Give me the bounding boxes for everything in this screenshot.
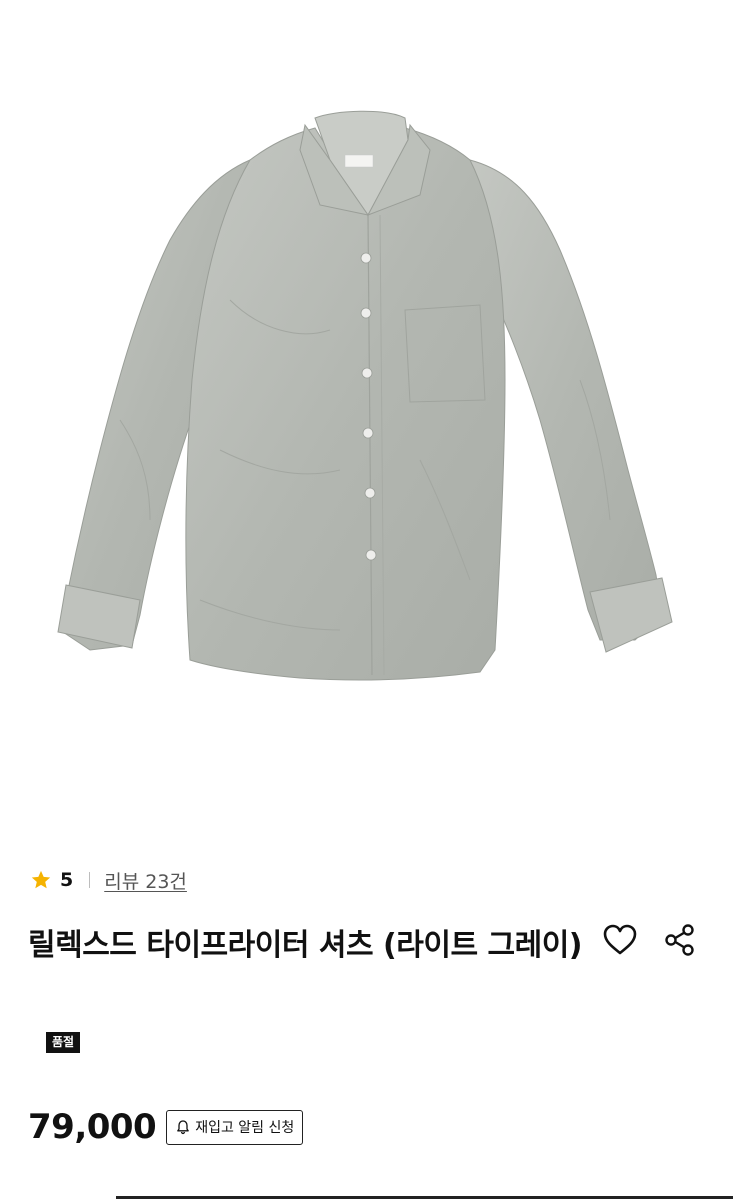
heart-icon[interactable] [600, 920, 640, 960]
product-actions [600, 920, 698, 960]
rating-value: 5 [60, 869, 74, 891]
sold-out-badge: 품절 [46, 1032, 81, 1053]
rating-row: 5 리뷰 23건 [30, 866, 187, 894]
restock-button-label: 재입고 알림 신청 [195, 1120, 295, 1136]
bell-icon [177, 1120, 190, 1135]
price: 79,000 [28, 1107, 157, 1147]
product-image[interactable] [0, 0, 733, 810]
rating-divider [89, 872, 91, 888]
bottom-divider [116, 1196, 733, 1199]
share-icon[interactable] [662, 922, 698, 958]
price-row: 79,000 재입고 알림 신청 [28, 1107, 304, 1147]
restock-alert-button[interactable]: 재입고 알림 신청 [166, 1109, 304, 1145]
product-title: 릴렉스드 타이프라이터 셔츠 (라이트 그레이) [28, 928, 583, 963]
star-icon [31, 870, 51, 889]
review-count-link[interactable]: 리뷰 23건 [104, 867, 187, 894]
shirt-illustration [57, 110, 673, 681]
